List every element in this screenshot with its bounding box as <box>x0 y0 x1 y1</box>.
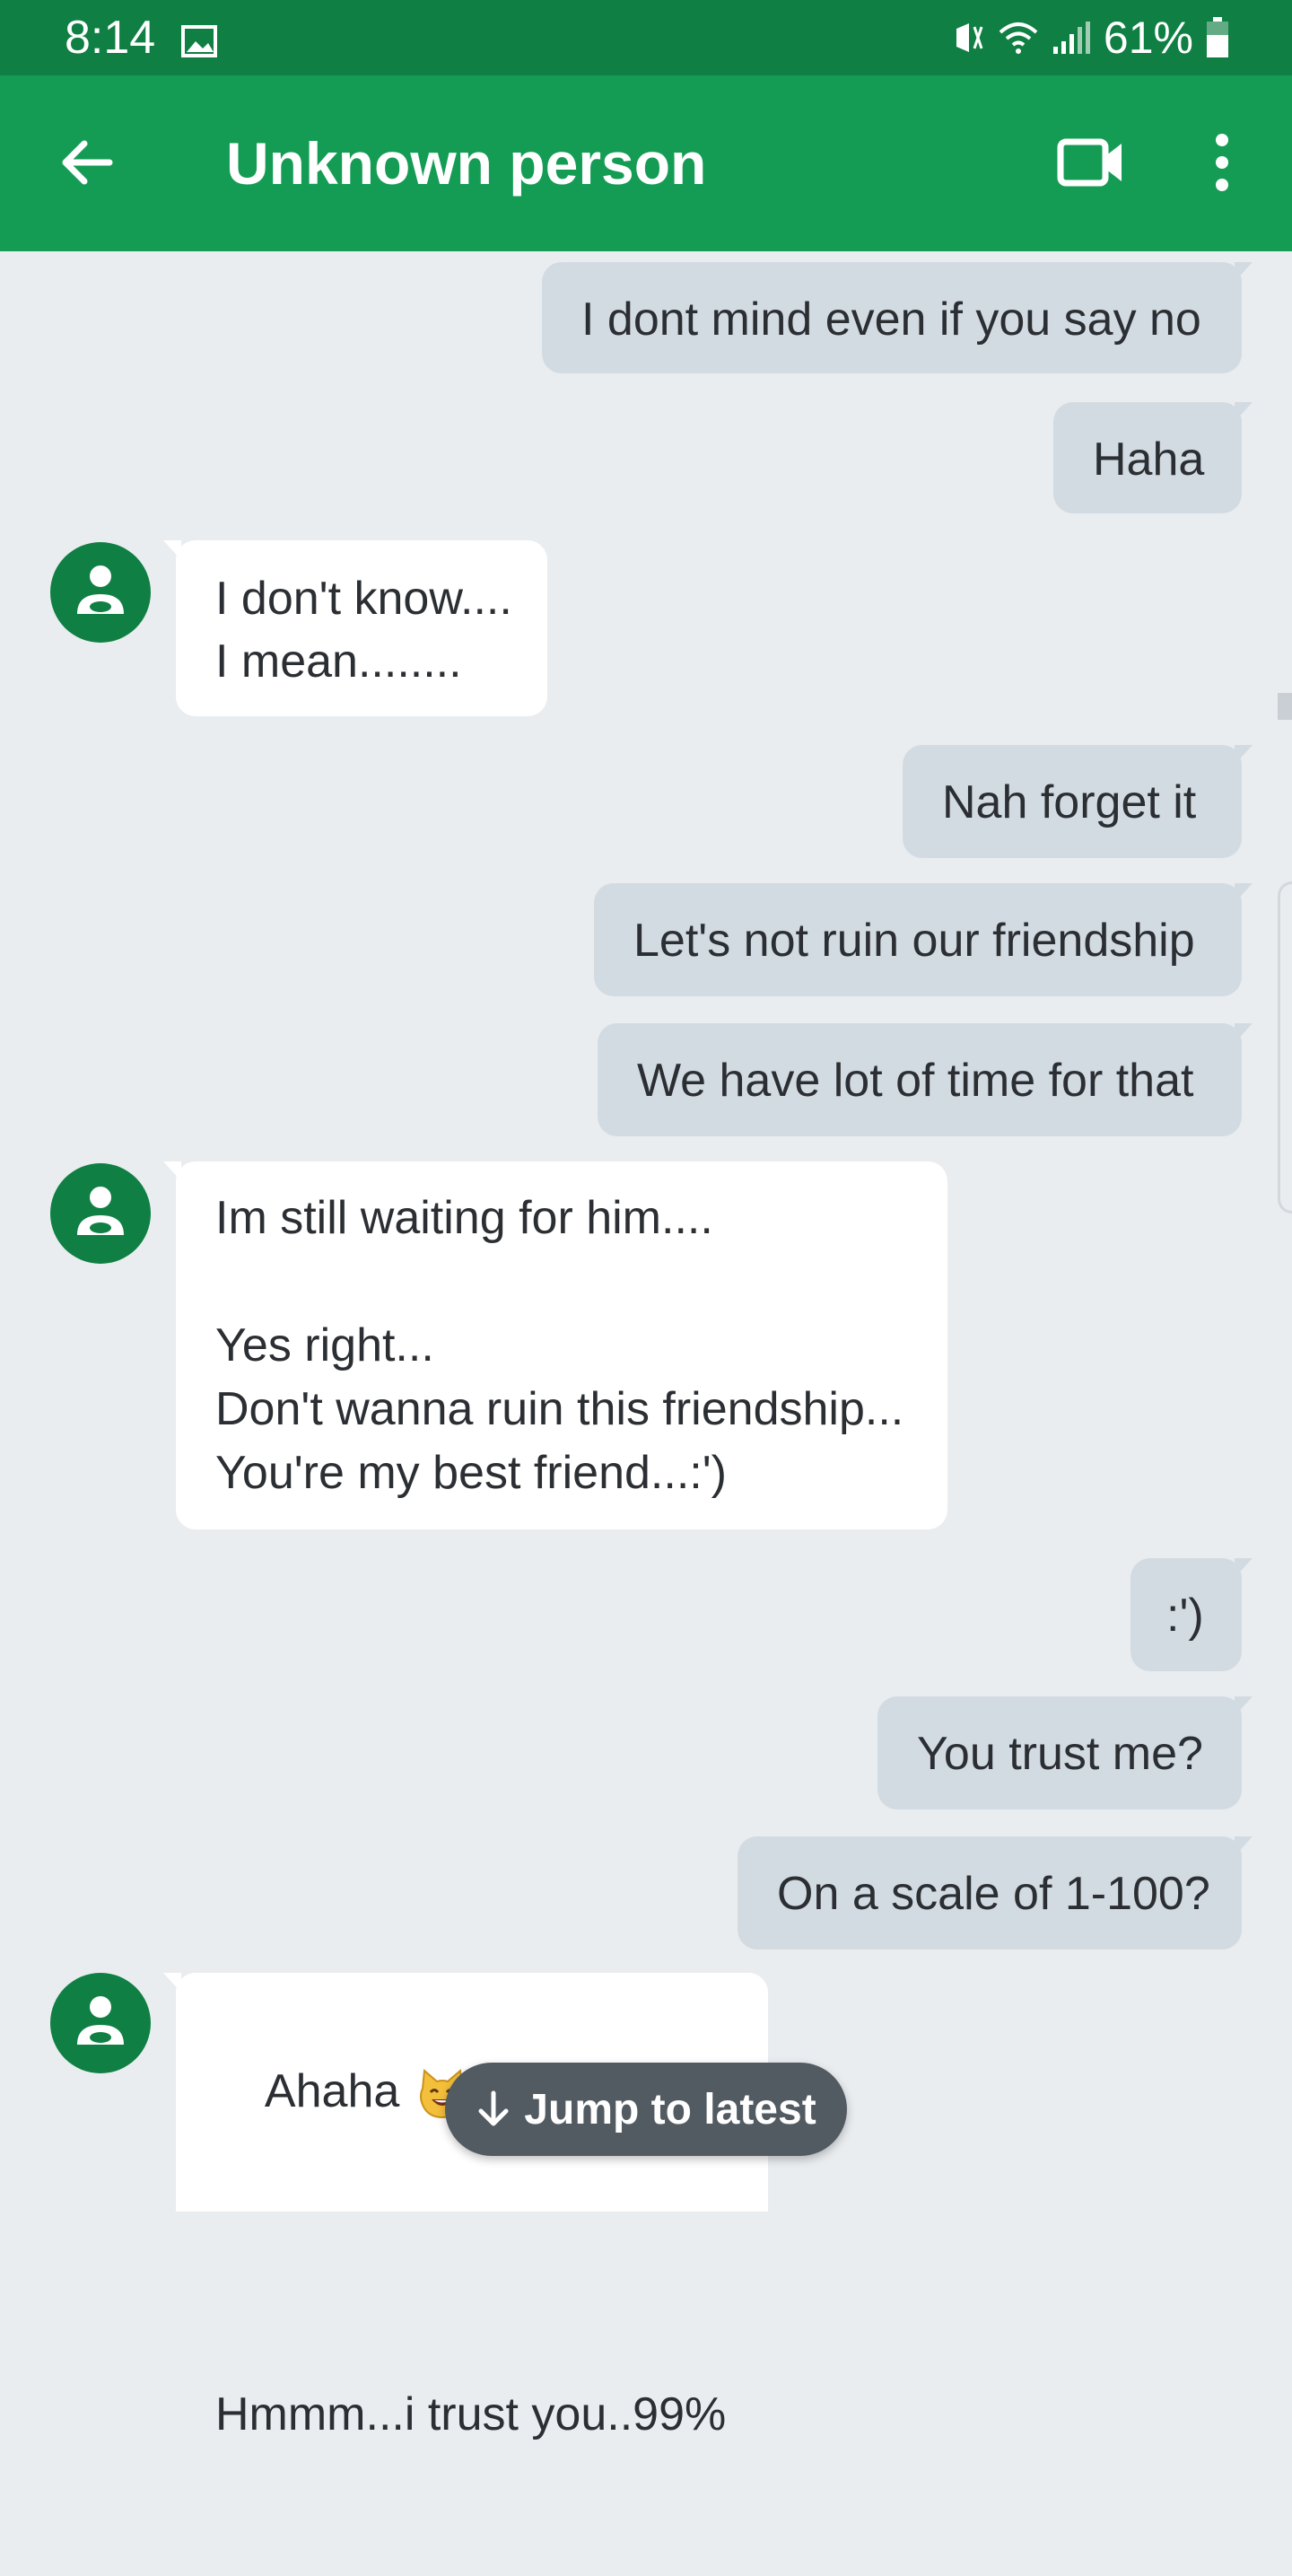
scroll-indicator <box>1278 693 1292 720</box>
jump-to-latest-button[interactable]: Jump to latest <box>445 2063 847 2156</box>
status-bar: 8:14 61% <box>0 0 1292 75</box>
contact-avatar[interactable] <box>50 1973 151 2073</box>
outgoing-message[interactable]: Let's not ruin our friendship <box>594 883 1253 996</box>
battery-icon <box>1207 17 1228 57</box>
mute-icon <box>956 23 983 52</box>
status-icons: 61% <box>951 11 1229 65</box>
more-vert-icon[interactable] <box>1209 133 1235 192</box>
signal-icon <box>1052 22 1090 54</box>
message-text: Hmmm...i trust you..99% <box>215 2388 727 2440</box>
scroll-edge-handle[interactable] <box>1278 881 1292 1214</box>
person-icon <box>77 1187 124 1235</box>
conversation-title: Unknown person <box>226 130 707 197</box>
person-icon <box>77 1996 124 2045</box>
outgoing-message[interactable]: I dont mind even if you say no <box>542 262 1253 373</box>
wifi-icon <box>999 22 1038 54</box>
incoming-message[interactable]: I don't know.... I mean........ <box>163 540 547 716</box>
message-thread[interactable]: I dont mind even if you say no Haha I do… <box>0 251 1292 2440</box>
person-icon <box>77 565 124 614</box>
battery-percent: 61% <box>1103 13 1193 63</box>
outgoing-message[interactable]: Nah forget it <box>903 745 1253 858</box>
contact-avatar[interactable] <box>50 1163 151 1264</box>
video-call-icon[interactable] <box>1057 136 1125 188</box>
outgoing-message[interactable]: :') <box>1130 1558 1253 1671</box>
contact-avatar[interactable] <box>50 542 151 643</box>
message-text: Ahaha <box>264 2065 400 2117</box>
arrow-down-icon <box>478 2090 509 2126</box>
back-arrow-icon[interactable] <box>56 131 118 194</box>
outgoing-message[interactable]: Haha <box>1053 402 1253 513</box>
outgoing-message[interactable]: We have lot of time for that <box>598 1023 1253 1136</box>
status-time: 8:14 <box>65 12 156 64</box>
outgoing-message[interactable]: On a scale of 1-100? <box>738 1836 1253 1950</box>
incoming-message[interactable]: Im still waiting for him.... Yes right..… <box>163 1161 947 1529</box>
gallery-icon <box>181 25 217 57</box>
app-bar: Unknown person <box>0 75 1292 251</box>
outgoing-message[interactable]: You trust me? <box>877 1696 1253 1809</box>
jump-to-latest-label: Jump to latest <box>524 2085 816 2134</box>
